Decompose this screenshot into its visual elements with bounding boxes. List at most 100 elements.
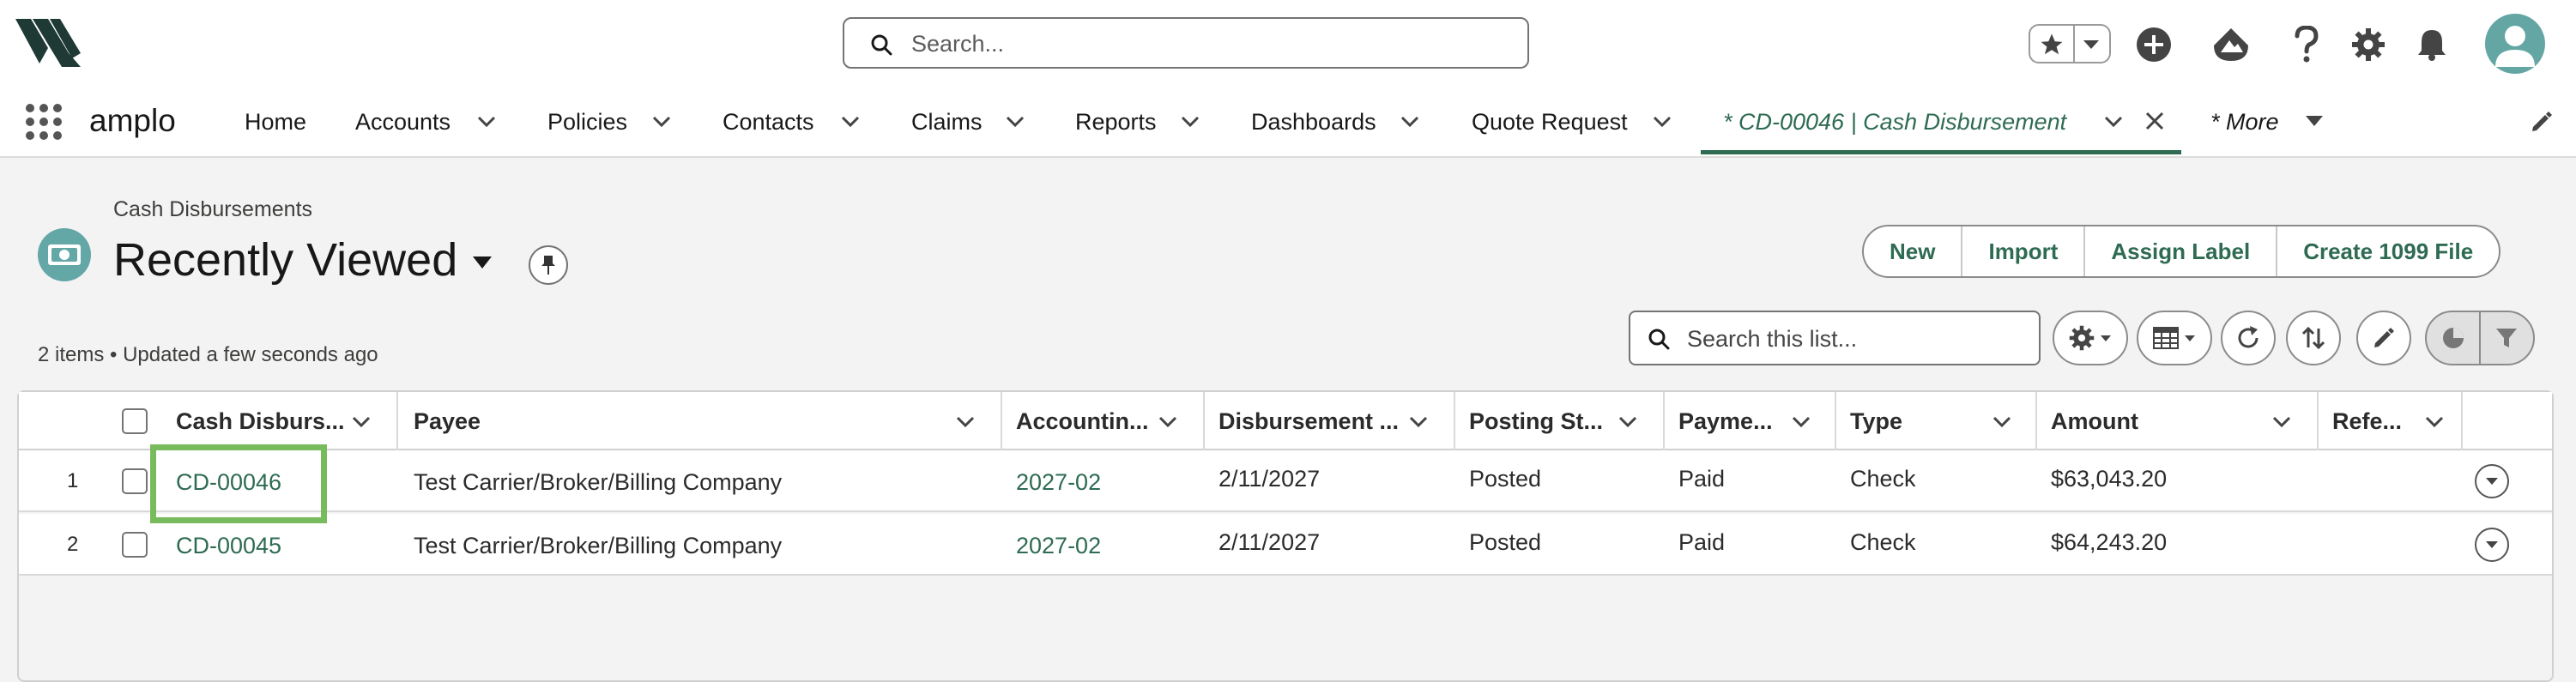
chevron-down-icon[interactable] bbox=[1653, 116, 1672, 128]
list-view-caret-icon[interactable] bbox=[472, 256, 493, 269]
pin-list-button[interactable] bbox=[529, 245, 568, 285]
nav-item-home[interactable]: Home bbox=[245, 109, 306, 136]
row-checkbox[interactable] bbox=[122, 532, 148, 558]
disbursement-date-cell: 2/11/2027 bbox=[1218, 466, 1321, 492]
object-label: Cash Disbursements bbox=[113, 197, 313, 221]
chevron-down-icon[interactable] bbox=[2104, 116, 2123, 128]
row-checkbox[interactable] bbox=[122, 468, 148, 494]
amount-cell: $64,243.20 bbox=[2051, 529, 2168, 555]
column-header-amount[interactable]: Amount bbox=[2051, 408, 2138, 435]
amount-cell: $63,043.20 bbox=[2051, 466, 2168, 492]
chevron-down-icon[interactable] bbox=[1992, 416, 2011, 428]
caret-down-icon[interactable] bbox=[2305, 115, 2324, 127]
column-header-type[interactable]: Type bbox=[1850, 408, 1902, 435]
chevron-down-icon[interactable] bbox=[1400, 116, 1419, 128]
trailhead-icon[interactable] bbox=[2210, 24, 2252, 65]
global-search[interactable] bbox=[843, 17, 1529, 69]
nav-item-dashboards[interactable]: Dashboards bbox=[1251, 109, 1376, 136]
star-icon[interactable] bbox=[2039, 32, 2065, 57]
company-logo[interactable] bbox=[15, 19, 81, 67]
chevron-down-icon[interactable] bbox=[1792, 416, 1811, 428]
chevron-down-icon[interactable] bbox=[956, 416, 975, 428]
import-button[interactable]: Import bbox=[1962, 226, 2086, 276]
payee-cell: Test Carrier/Broker/Billing Company bbox=[414, 533, 783, 558]
sort-icon bbox=[2301, 325, 2326, 351]
column-header-disbursement-date[interactable]: Disbursement ... bbox=[1218, 408, 1399, 435]
accounting-period-link[interactable]: 2027-02 bbox=[1016, 469, 1101, 496]
list-settings-button[interactable] bbox=[2053, 311, 2128, 365]
nav-item-quote-request[interactable]: Quote Request bbox=[1472, 109, 1628, 136]
nav-item-claims[interactable]: Claims bbox=[911, 109, 983, 136]
chevron-down-icon[interactable] bbox=[477, 116, 496, 128]
column-header-accounting-period[interactable]: Accountin... bbox=[1016, 408, 1149, 435]
active-tab-indicator bbox=[1701, 150, 2181, 154]
posting-status-cell: Posted bbox=[1469, 529, 1542, 555]
add-icon[interactable] bbox=[2133, 24, 2174, 65]
chevron-down-icon[interactable] bbox=[1006, 116, 1025, 128]
app-launcher-icon[interactable] bbox=[24, 102, 63, 142]
chevron-down-icon[interactable] bbox=[1618, 416, 1637, 428]
chevron-down-icon[interactable] bbox=[1181, 116, 1200, 128]
tab-cd-00046[interactable]: * CD-00046 | Cash Disbursement bbox=[1723, 109, 2066, 136]
favorites-button-group[interactable] bbox=[2029, 24, 2111, 63]
search-icon bbox=[1648, 328, 1670, 350]
sort-button[interactable] bbox=[2286, 311, 2341, 365]
payment-status-cell: Paid bbox=[1678, 466, 1726, 492]
table-row[interactable]: 1 CD-00046 Test Carrier/Broker/Billing C… bbox=[19, 450, 2552, 512]
disbursement-date-cell: 2/11/2027 bbox=[1218, 529, 1321, 555]
column-header-posting-status[interactable]: Posting St... bbox=[1469, 408, 1603, 435]
gear-icon[interactable] bbox=[2348, 24, 2389, 65]
type-cell: Check bbox=[1850, 529, 1916, 555]
filter-button[interactable] bbox=[2481, 312, 2533, 364]
chevron-down-icon[interactable] bbox=[1409, 416, 1428, 428]
gear-icon bbox=[2069, 325, 2095, 351]
chevron-down-icon[interactable] bbox=[1158, 416, 1177, 428]
avatar[interactable] bbox=[2485, 14, 2545, 74]
column-header-payment-status[interactable]: Payme... bbox=[1678, 408, 1773, 435]
list-search-input[interactable] bbox=[1685, 317, 2032, 360]
column-header-reference[interactable]: Refe... bbox=[2332, 408, 2402, 435]
chevron-down-icon[interactable] bbox=[2082, 39, 2101, 51]
list-view-title[interactable]: Recently Viewed bbox=[113, 233, 457, 287]
chart-button[interactable] bbox=[2427, 312, 2479, 364]
pin-icon bbox=[541, 254, 556, 276]
refresh-button[interactable] bbox=[2221, 311, 2276, 365]
row-number: 1 bbox=[67, 469, 79, 492]
chevron-down-icon[interactable] bbox=[841, 116, 860, 128]
pencil-icon bbox=[2372, 326, 2396, 350]
edit-nav-icon[interactable] bbox=[2530, 110, 2554, 134]
refresh-icon bbox=[2235, 325, 2261, 351]
chevron-down-icon[interactable] bbox=[2425, 416, 2444, 428]
help-icon[interactable] bbox=[2286, 24, 2327, 65]
app-name: amplo bbox=[89, 103, 176, 138]
assign-label-button[interactable]: Assign Label bbox=[2085, 226, 2278, 276]
row-actions-button[interactable] bbox=[2475, 528, 2509, 562]
table-row[interactable]: 2 CD-00045 Test Carrier/Broker/Billing C… bbox=[19, 514, 2552, 576]
search-icon bbox=[870, 33, 892, 56]
row-actions-button[interactable] bbox=[2475, 464, 2509, 498]
nav-item-policies[interactable]: Policies bbox=[547, 109, 627, 136]
table-header-row: Cash Disburs... Payee Accountin... Disbu… bbox=[19, 392, 2552, 450]
chevron-down-icon[interactable] bbox=[652, 116, 671, 128]
column-header-cash-disbursement[interactable]: Cash Disburs... bbox=[176, 408, 345, 435]
chevron-down-icon[interactable] bbox=[352, 416, 371, 428]
list-actions: New Import Assign Label Create 1099 File bbox=[1862, 225, 2501, 278]
create-1099-file-button[interactable]: Create 1099 File bbox=[2277, 226, 2499, 276]
global-search-input[interactable] bbox=[910, 22, 1514, 65]
record-link[interactable]: CD-00045 bbox=[176, 533, 281, 559]
select-all-checkbox[interactable] bbox=[122, 408, 148, 434]
edit-list-button[interactable] bbox=[2356, 311, 2411, 365]
chevron-down-icon[interactable] bbox=[2272, 416, 2291, 428]
bell-icon[interactable] bbox=[2411, 24, 2452, 65]
close-icon[interactable] bbox=[2145, 112, 2164, 130]
list-search[interactable] bbox=[1629, 311, 2041, 365]
display-as-button[interactable] bbox=[2137, 311, 2212, 365]
nav-item-contacts[interactable]: Contacts bbox=[723, 109, 814, 136]
new-button[interactable]: New bbox=[1864, 226, 1963, 276]
accounting-period-link[interactable]: 2027-02 bbox=[1016, 533, 1101, 559]
nav-more[interactable]: * More bbox=[2210, 109, 2279, 136]
column-header-payee[interactable]: Payee bbox=[414, 408, 481, 435]
nav-item-accounts[interactable]: Accounts bbox=[355, 109, 450, 136]
nav-item-reports[interactable]: Reports bbox=[1075, 109, 1157, 136]
chevron-down-icon bbox=[2485, 540, 2499, 549]
